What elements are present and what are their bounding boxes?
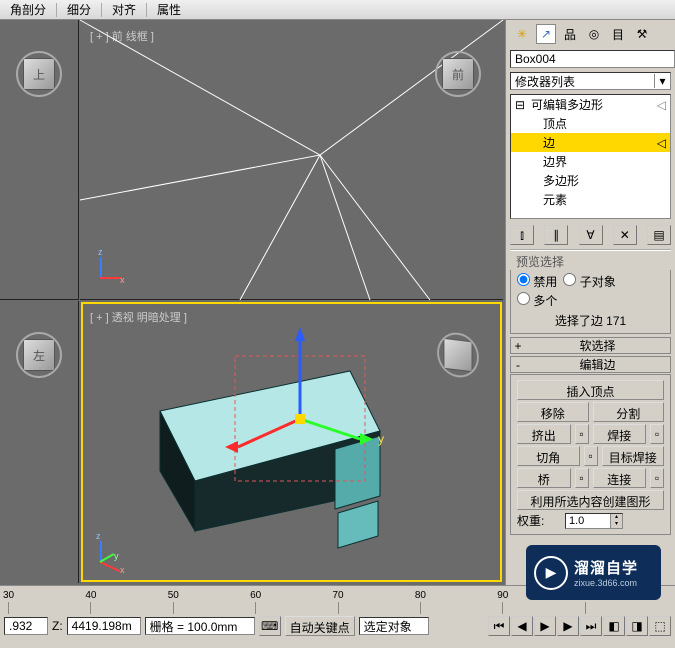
bridge-settings-button[interactable]: ▫ xyxy=(575,468,589,488)
radio-disabled[interactable]: 禁用 xyxy=(517,273,557,290)
extrude-settings-button[interactable]: ▫ xyxy=(575,424,589,444)
grid-field: 栅格 = 100.0mm xyxy=(145,617,255,635)
pin-stack-icon[interactable]: ⫾ xyxy=(510,225,534,245)
nav-icon-2[interactable]: ◨ xyxy=(626,616,648,636)
modstack-sub-vertex[interactable]: 顶点 xyxy=(511,114,670,133)
connect-button[interactable]: 连接 xyxy=(593,468,647,488)
modstack-sub-element[interactable]: 元素 xyxy=(511,190,670,209)
viewport-front[interactable]: [ + ] 前 线框 ] 前 z x xyxy=(80,20,503,300)
viewport-left[interactable]: 左 xyxy=(0,301,79,583)
weight-label: 权重: xyxy=(517,512,561,529)
modstack-root[interactable]: ⊟ 可编辑多边形 ◁ xyxy=(511,95,670,114)
menu-align[interactable]: 对齐 xyxy=(104,0,144,20)
axis-gizmo-front: z x xyxy=(92,251,128,287)
weight-input[interactable] xyxy=(566,514,610,528)
menu-subdivide1[interactable]: 角剖分 xyxy=(2,0,54,20)
modifier-list-label: 修改器列表 xyxy=(511,73,654,90)
rollout-softsel[interactable]: + 软选择 xyxy=(510,337,671,354)
watermark-logo-icon: ▶ xyxy=(534,556,568,590)
show-end-result-icon[interactable]: ∥ xyxy=(544,225,568,245)
y-coord-field[interactable]: .932 xyxy=(4,617,48,635)
spinner-up-icon[interactable]: ▴ xyxy=(610,514,622,521)
object-name-input[interactable] xyxy=(510,50,675,68)
view-cube-top[interactable]: 上 xyxy=(14,50,64,100)
selection-preview-panel: 禁用 子对象 多个 选择了边 171 xyxy=(510,270,671,334)
configure-sets-icon[interactable]: ▤ xyxy=(647,225,671,245)
goto-end-icon[interactable]: ⏭ xyxy=(580,616,602,636)
chamfer-button[interactable]: 切角 xyxy=(517,446,580,466)
watermark-title: 溜溜自学 xyxy=(574,557,638,578)
view-cube-left[interactable]: 左 xyxy=(14,331,64,381)
make-unique-icon[interactable]: ∀ xyxy=(579,225,603,245)
menu-subdivide2[interactable]: 细分 xyxy=(59,0,99,20)
key-filter-field[interactable]: 选定对象 xyxy=(359,617,429,635)
display-tab-icon[interactable]: 目 xyxy=(608,24,628,44)
rollout-editedge[interactable]: - 编辑边 xyxy=(510,356,671,373)
modstack-sub-border[interactable]: 边界 xyxy=(511,152,670,171)
target-weld-button[interactable]: 目标焊接 xyxy=(602,446,665,466)
selection-count: 选择了边 171 xyxy=(517,309,664,330)
split-button[interactable]: 分割 xyxy=(593,402,665,422)
chevron-down-icon[interactable]: ▾ xyxy=(654,74,670,88)
nav-icon-1[interactable]: ◧ xyxy=(603,616,625,636)
radio-multi[interactable]: 多个 xyxy=(517,292,557,309)
svg-text:y: y xyxy=(378,432,384,446)
hierarchy-tab-icon[interactable]: 品 xyxy=(560,24,580,44)
playback-controls: ⏮ ◀ ▶ ▶ ⏭ ◧ ◨ ⬚ xyxy=(488,616,671,636)
remove-modifier-icon[interactable]: ✕ xyxy=(613,225,637,245)
motion-tab-icon[interactable]: ◎ xyxy=(584,24,604,44)
nav-icon-3[interactable]: ⬚ xyxy=(649,616,671,636)
weld-settings-button[interactable]: ▫ xyxy=(650,424,664,444)
z-label: Z: xyxy=(52,619,63,633)
modify-tab-icon[interactable]: ↗ xyxy=(536,24,556,44)
connect-settings-button[interactable]: ▫ xyxy=(650,468,664,488)
axis-gizmo-persp: z x y xyxy=(92,535,128,571)
modstack-sub-polygon[interactable]: 多边形 xyxy=(511,171,670,190)
edit-edge-panel: 插入顶点 移除 分割 挤出 ▫ 焊接 ▫ 切角 ▫ 目标焊接 桥 ▫ 连接 ▫ xyxy=(510,374,671,535)
modifier-list-dropdown[interactable]: 修改器列表 ▾ xyxy=(510,72,671,90)
radio-subobj[interactable]: 子对象 xyxy=(563,273,615,290)
auto-key-button[interactable]: 自动关键点 xyxy=(285,616,355,636)
command-panel-tabs: ✳ ↗ 品 ◎ 目 ⚒ xyxy=(506,20,675,48)
next-frame-icon[interactable]: ▶ xyxy=(557,616,579,636)
view-cube-front[interactable]: 前 xyxy=(433,50,483,100)
goto-start-icon[interactable]: ⏮ xyxy=(488,616,510,636)
menu-bar: 角剖分 细分 对齐 属性 xyxy=(0,0,675,20)
status-row: .932 Z: 4419.198m 栅格 = 100.0mm ⌨ 自动关键点 选… xyxy=(0,614,675,638)
modstack-buttons: ⫾ ∥ ∀ ✕ ▤ xyxy=(506,221,675,249)
prompt-icon[interactable]: ⌨ xyxy=(259,616,281,636)
utilities-tab-icon[interactable]: ⚒ xyxy=(632,24,652,44)
weld-button[interactable]: 焊接 xyxy=(593,424,647,444)
modstack-sub-edge[interactable]: 边 ◁ xyxy=(511,133,670,152)
prev-frame-icon[interactable]: ◀ xyxy=(511,616,533,636)
command-panel: ✳ ↗ 品 ◎ 目 ⚒ 修改器列表 ▾ ⊟ 可编辑多边形 ◁ 顶点 边 ◁ xyxy=(505,20,675,585)
z-coord-field[interactable]: 4419.198m xyxy=(67,617,141,635)
minus-icon: - xyxy=(511,358,525,372)
viewports: 上 [ + ] 前 线框 ] 前 z x xyxy=(0,20,505,585)
extrude-button[interactable]: 挤出 xyxy=(517,424,571,444)
plus-icon: + xyxy=(511,339,525,353)
bridge-button[interactable]: 桥 xyxy=(517,468,571,488)
play-icon[interactable]: ▶ xyxy=(534,616,556,636)
menu-properties[interactable]: 属性 xyxy=(149,0,189,20)
viewport-top[interactable]: 上 xyxy=(0,20,79,300)
spinner-down-icon[interactable]: ▾ xyxy=(610,521,622,528)
view-cube-persp[interactable] xyxy=(433,331,483,381)
viewport-perspective[interactable]: [ + ] 透视 明暗处理 ] xyxy=(80,301,503,583)
create-shape-button[interactable]: 利用所选内容创建图形 xyxy=(517,490,664,510)
preview-selection-title: 预览选择 xyxy=(510,249,671,270)
main-area: 上 [ + ] 前 线框 ] 前 z x xyxy=(0,20,675,585)
insert-vertex-button[interactable]: 插入顶点 xyxy=(517,380,664,400)
watermark-badge: ▶ 溜溜自学 zixue.3d66.com xyxy=(526,545,661,600)
weight-spinner[interactable]: ▴▾ xyxy=(565,513,623,529)
create-tab-icon[interactable]: ✳ xyxy=(512,24,532,44)
chamfer-settings-button[interactable]: ▫ xyxy=(584,446,598,466)
modifier-stack[interactable]: ⊟ 可编辑多边形 ◁ 顶点 边 ◁ 边界 多边形 元素 xyxy=(510,94,671,219)
watermark-url: zixue.3d66.com xyxy=(574,578,638,588)
remove-button[interactable]: 移除 xyxy=(517,402,589,422)
